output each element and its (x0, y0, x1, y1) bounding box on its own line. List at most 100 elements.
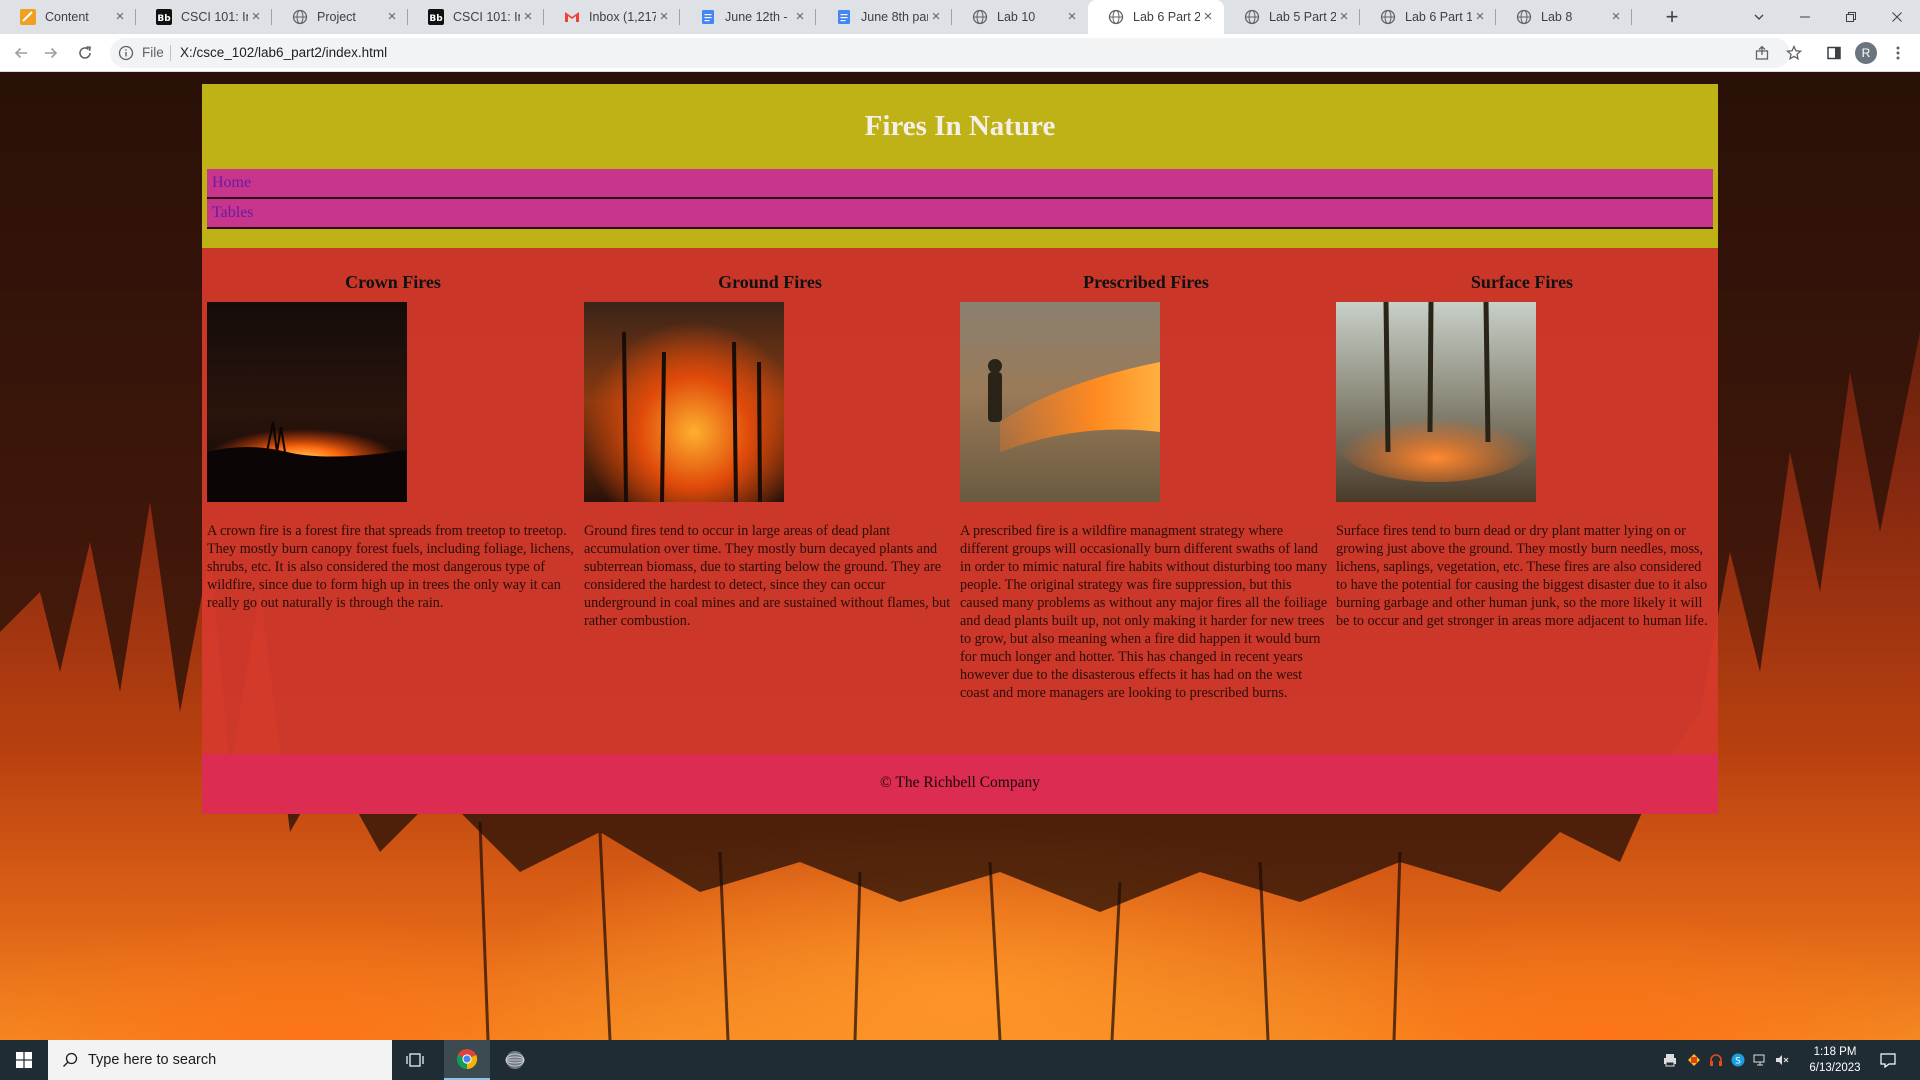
profile-button[interactable]: R (1854, 41, 1878, 65)
close-window-button[interactable] (1874, 0, 1920, 34)
taskbar-search[interactable]: Type here to search (48, 1040, 392, 1080)
browser-tab[interactable]: June 12th - 1:× (680, 0, 816, 34)
close-icon[interactable]: × (1200, 9, 1216, 25)
headset-icon (1710, 1054, 1722, 1066)
section-heading: Surface Fires (1470, 272, 1574, 292)
browser-tab[interactable]: Inbox (1,217) × (544, 0, 680, 34)
close-icon[interactable]: × (384, 9, 400, 25)
page-viewport: Fires In Nature Home Tables Crown Fires (0, 72, 1920, 1040)
restore-icon (1846, 12, 1856, 22)
close-icon[interactable]: × (656, 9, 672, 25)
start-button[interactable] (0, 1040, 48, 1080)
close-icon[interactable]: × (1336, 9, 1352, 25)
clock-date: 6/13/2023 (1809, 1062, 1861, 1074)
browser-tab[interactable]: Lab 8 × (1496, 0, 1632, 34)
gem-icon (1688, 1054, 1700, 1066)
close-icon[interactable]: × (112, 9, 128, 25)
tab-label: Lab 6 Part 2 (1133, 10, 1200, 24)
globe-icon (1516, 9, 1532, 25)
address-bar[interactable]: File X:/csce_102/lab6_part2/index.html (110, 38, 1790, 68)
search-placeholder: Type here to search (88, 1052, 217, 1068)
bookmark-button[interactable] (1782, 41, 1806, 65)
minimize-button[interactable] (1782, 0, 1828, 34)
more-vert-icon (1896, 46, 1900, 60)
side-panel-button[interactable] (1822, 41, 1846, 65)
page-title: Fires In Nature (864, 110, 1056, 142)
close-icon[interactable]: × (792, 9, 808, 25)
share-button[interactable] (1750, 41, 1774, 65)
forward-button[interactable] (39, 41, 63, 65)
tab-search-button[interactable] (1736, 0, 1782, 34)
ground-fire-photo (584, 302, 784, 502)
nav-link-tables[interactable]: Tables (207, 199, 1713, 229)
svg-text:S: S (1735, 1057, 1741, 1067)
windows-taskbar: Type here to search S 1:18 PM 6/13/2023 (0, 1040, 1920, 1080)
skype-tray-icon[interactable]: S (1730, 1052, 1746, 1068)
canvas-icon (20, 9, 36, 25)
section-heading: Crown Fires (345, 272, 441, 292)
task-view-button[interactable] (392, 1040, 438, 1080)
notifications-button[interactable] (1878, 1050, 1898, 1070)
gmail-icon (564, 9, 580, 25)
crown-fires-column: Crown Fires A crown fire is a forest fir… (207, 272, 579, 612)
browser-toolbar: File X:/csce_102/lab6_part2/index.html R (0, 34, 1920, 72)
svg-text:Bb: Bb (429, 14, 443, 24)
star-icon (1786, 45, 1802, 61)
browser-tab[interactable]: Bb CSCI 101: Intr× (136, 0, 272, 34)
close-icon[interactable]: × (1064, 9, 1080, 25)
gem-tray-icon[interactable] (1686, 1052, 1702, 1068)
prescribed-fire-photo (960, 302, 1160, 502)
windows-logo-icon (16, 1052, 32, 1068)
browser-tab[interactable]: Lab 10 × (952, 0, 1088, 34)
volume-tray-icon[interactable] (1774, 1052, 1790, 1068)
close-icon[interactable]: × (248, 9, 264, 25)
taskbar-clock[interactable]: 1:18 PM 6/13/2023 (1802, 1044, 1868, 1076)
close-icon[interactable]: × (520, 9, 536, 25)
network-tray-icon[interactable] (1752, 1052, 1768, 1068)
reload-icon (79, 46, 91, 59)
docs-icon (700, 9, 716, 25)
taskbar-app[interactable] (492, 1040, 538, 1080)
globe-icon (1380, 9, 1396, 25)
section-text: Surface fires tend to burn dead or dry p… (1336, 523, 1708, 629)
reload-button[interactable] (73, 41, 97, 65)
browser-tab[interactable]: Project × (272, 0, 408, 34)
tab-label: Content (45, 10, 89, 24)
browser-tab[interactable]: June 8th part × (816, 0, 952, 34)
tab-label: June 8th part (861, 10, 928, 24)
minimize-icon (1800, 16, 1810, 18)
content-section: Crown Fires A crown fire is a forest fir… (202, 248, 1718, 754)
headset-tray-icon[interactable] (1708, 1052, 1724, 1068)
globe-icon (1108, 9, 1124, 25)
site-header: Fires In Nature Home Tables (202, 84, 1718, 248)
taskbar-chrome[interactable] (444, 1040, 490, 1080)
skype-icon: S (1731, 1053, 1745, 1067)
browser-tab[interactable]: Lab 6 Part 2 × (1088, 0, 1224, 34)
blackboard-icon: Bb (156, 9, 172, 25)
back-button[interactable] (9, 41, 33, 65)
tab-label: Lab 5 Part 2 (1269, 10, 1336, 24)
printer-icon (1664, 1054, 1676, 1067)
tab-label: June 12th - 1: (725, 10, 792, 24)
tab-divider (1631, 9, 1632, 25)
browser-tab[interactable]: Lab 5 Part 2 × (1224, 0, 1360, 34)
address-url[interactable]: X:/csce_102/lab6_part2/index.html (180, 45, 387, 60)
restore-button[interactable] (1828, 0, 1874, 34)
new-tab-button[interactable]: + (1660, 6, 1684, 30)
menu-button[interactable] (1886, 41, 1910, 65)
browser-tab[interactable]: Lab 6 Part 1 × (1360, 0, 1496, 34)
browser-tab[interactable]: Content × (0, 0, 136, 34)
prescribed-fires-column: Prescribed Fires A prescribed fire is a … (960, 272, 1332, 702)
blackboard-icon: Bb (428, 9, 444, 25)
chrome-icon (456, 1049, 478, 1070)
address-scheme: File (142, 45, 164, 60)
ground-fires-column: Ground Fires Ground fires tend to occur … (584, 272, 956, 630)
nav-link-home[interactable]: Home (207, 169, 1713, 199)
close-icon[interactable]: × (928, 9, 944, 25)
close-icon[interactable]: × (1472, 9, 1488, 25)
printer-tray-icon[interactable] (1662, 1052, 1678, 1068)
close-icon[interactable]: × (1608, 9, 1624, 25)
section-text: Ground fires tend to occur in large area… (584, 523, 951, 629)
browser-tab[interactable]: Bb CSCI 101: Intr× (408, 0, 544, 34)
info-icon[interactable] (118, 45, 134, 61)
